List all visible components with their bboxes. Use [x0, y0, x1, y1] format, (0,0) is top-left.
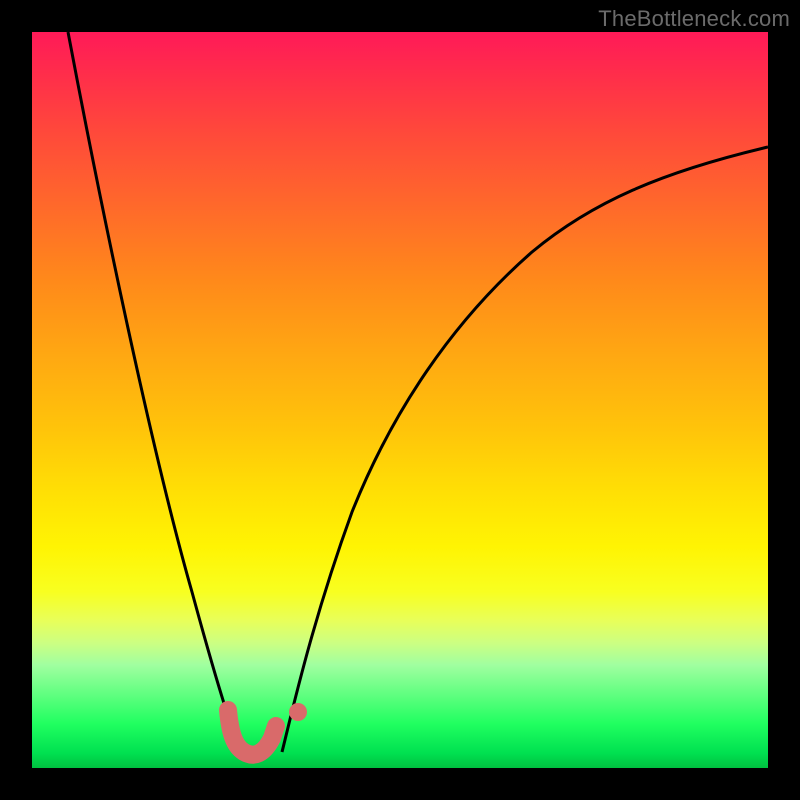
right-ascent-curve: [282, 147, 768, 752]
plot-area: [32, 32, 768, 768]
curve-layer: [32, 32, 768, 768]
valley-marker: [228, 710, 276, 755]
left-descent-curve: [68, 32, 244, 752]
chart-frame: TheBottleneck.com: [0, 0, 800, 800]
valley-dot: [289, 703, 307, 721]
watermark-text: TheBottleneck.com: [598, 6, 790, 32]
